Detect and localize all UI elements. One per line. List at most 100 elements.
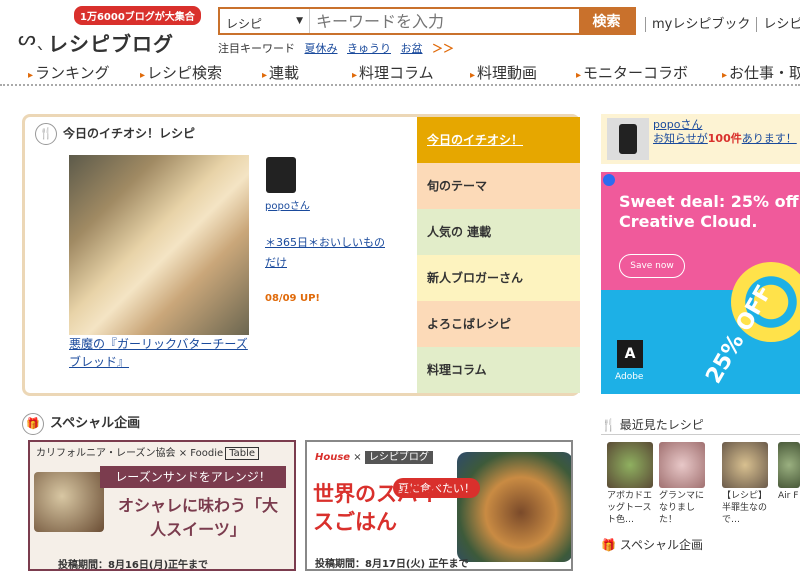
nav-item-label: お仕事・取 bbox=[729, 64, 800, 82]
recent-recipes-title: 🍴 最近見たレシピ bbox=[601, 416, 800, 435]
fork-icon: 🍴 bbox=[35, 123, 57, 145]
search-category-select[interactable]: レシピ ▼ bbox=[220, 9, 310, 33]
recipe-label[interactable]: アボカドエッグトースト色… bbox=[607, 490, 657, 526]
recipe-title-link[interactable]: 悪魔の『ガーリックバターチーズブレッド』 bbox=[69, 335, 249, 371]
ad-choices-icon[interactable] bbox=[603, 174, 615, 186]
top-links: myレシピブックレシピを bbox=[645, 13, 800, 32]
logo-face-icon: ᔕˎ bbox=[18, 26, 46, 50]
my-recipe-book-link[interactable]: myレシピブック bbox=[645, 17, 757, 32]
nav-item-work[interactable]: ▸ お仕事・取 bbox=[722, 62, 800, 83]
arrow-right-icon: ▸ bbox=[28, 70, 34, 81]
nav-item-label: モニターコラボ bbox=[583, 64, 689, 82]
blog-name-link[interactable]: ＊365日＊おいしいものだけ bbox=[265, 233, 385, 273]
banner-times: × bbox=[353, 452, 362, 463]
fork-icon: 🍴 bbox=[601, 418, 616, 432]
notice-suffix[interactable]: あります！ bbox=[742, 132, 797, 145]
arrow-right-icon: ▸ bbox=[576, 70, 582, 81]
recent-recipe-item[interactable]: グランマになりました！ bbox=[659, 442, 709, 526]
search-box: レシピ ▼ 検索 bbox=[218, 7, 636, 35]
recent-recipe-item[interactable]: アボカドエッグトースト色… bbox=[607, 442, 657, 526]
update-date: 08/09 UP! bbox=[265, 293, 320, 304]
recipe-thumbnail[interactable] bbox=[659, 442, 705, 488]
keyword-link[interactable]: お盆 bbox=[401, 42, 423, 55]
ad-title: Sweet deal: 25% off Creative Cloud. bbox=[619, 192, 799, 231]
site-header: 1万6000ブログが大集合 ᔕˎ レシピブログ レシピ ▼ 検索 注目キーワード… bbox=[0, 0, 800, 60]
recent-title-text: 最近見たレシピ bbox=[619, 418, 704, 432]
nav-item-recipe-search[interactable]: ▸ レシピ検索 bbox=[140, 62, 222, 83]
notice-text[interactable]: お知らせが100件あります！ bbox=[653, 130, 797, 146]
banner-headline: オシャレに味わう「大人スイーツ」 bbox=[118, 496, 279, 539]
tab-today-pick[interactable]: 今日のイチオシ！ bbox=[417, 117, 580, 163]
pickup-title: 🍴 今日のイチオシ！レシピ bbox=[35, 123, 195, 145]
nav-item-label: レシピ検索 bbox=[147, 64, 223, 82]
search-button[interactable]: 検索 bbox=[579, 9, 634, 33]
nav-item-label: 連載 bbox=[269, 64, 300, 82]
special-section-title: 🎁 スペシャル企画 bbox=[22, 412, 140, 435]
tab-seasonal-theme[interactable]: 旬のテーマ bbox=[417, 163, 580, 209]
adobe-ad[interactable]: Sweet deal: 25% off Creative Cloud. Save… bbox=[601, 172, 800, 394]
arrow-right-icon: ▸ bbox=[722, 70, 728, 81]
banner-header: カリフォルニア・レーズン協会 × Foodie Table bbox=[36, 444, 260, 460]
chevron-down-icon: ▼ bbox=[296, 16, 303, 26]
search-input[interactable] bbox=[310, 9, 579, 33]
tab-cooking-column[interactable]: 料理コラム bbox=[417, 347, 580, 393]
nav-item-series[interactable]: ▸ 連載 bbox=[262, 62, 299, 83]
ad-save-button[interactable]: Save now bbox=[619, 254, 685, 278]
keywords-more-link[interactable]: ＞＞ bbox=[432, 42, 454, 55]
recipe-thumbnail[interactable] bbox=[607, 442, 653, 488]
main-nav: ▸ ランキング ▸ レシピ検索 ▸ 連載 ▸ 料理コラム ▸ 料理動画 ▸ モニターコラボ … bbox=[0, 60, 800, 86]
sidebar-special-title: 🎁 スペシャル企画 bbox=[601, 536, 703, 553]
banner-headline: 世界のスパイスごはん bbox=[313, 482, 439, 534]
pickup-panel: 🍴 今日のイチオシ！レシピ 悪魔の『ガーリックバターチーズブレッド』 popoさん… bbox=[22, 114, 580, 396]
recipe-label[interactable]: 【レシピ】半罪生なので… bbox=[722, 490, 772, 526]
pickup-tabs: 今日のイチオシ！ 旬のテーマ 人気の 連載 新人ブロガーさん よろこばレシピ 料… bbox=[417, 117, 580, 393]
recent-recipe-item[interactable]: Air F bbox=[778, 442, 800, 502]
ad-brand: Adobe bbox=[615, 372, 644, 382]
adobe-logo-icon: A bbox=[617, 340, 643, 368]
recipe-link[interactable]: レシピを bbox=[756, 17, 800, 32]
special-title-text: スペシャル企画 bbox=[50, 416, 141, 431]
banner-partner: Foodie bbox=[190, 448, 224, 459]
keyword-link[interactable]: きゅうり bbox=[347, 42, 391, 55]
nav-item-ranking[interactable]: ▸ ランキング bbox=[28, 62, 110, 83]
arrow-right-icon: ▸ bbox=[352, 70, 358, 81]
tab-popular-series[interactable]: 人気の 連載 bbox=[417, 209, 580, 255]
notice-count: 100件 bbox=[707, 132, 742, 145]
site-logo[interactable]: 1万6000ブログが大集合 ᔕˎ レシピブログ bbox=[18, 6, 208, 56]
avatar[interactable] bbox=[266, 157, 296, 193]
gift-icon: 🎁 bbox=[22, 412, 44, 435]
gift-icon: 🎁 bbox=[601, 538, 616, 552]
avatar[interactable] bbox=[607, 118, 649, 160]
recipe-photo[interactable] bbox=[69, 155, 249, 335]
hot-keywords-label: 注目キーワード bbox=[218, 42, 295, 55]
recipe-thumbnail[interactable] bbox=[722, 442, 768, 488]
banner-photo bbox=[457, 452, 571, 562]
spice-campaign-banner[interactable]: House × レシピブログ 夏に食べたい！ 世界のスパイスごはん 投稿期間：8… bbox=[305, 440, 573, 571]
recipe-label[interactable]: Air F bbox=[778, 490, 800, 502]
tab-yorokoba-recipe[interactable]: よろこばレシピ bbox=[417, 301, 580, 347]
search-category-value: レシピ bbox=[226, 17, 263, 31]
banner-brand: House bbox=[315, 452, 351, 463]
nav-item-video[interactable]: ▸ 料理動画 bbox=[470, 62, 537, 83]
raisin-campaign-banner[interactable]: カリフォルニア・レーズン協会 × Foodie Table レーズンサンドをアレン… bbox=[28, 440, 296, 571]
recipe-thumbnail[interactable] bbox=[778, 442, 800, 488]
keyword-link[interactable]: 夏休み bbox=[305, 42, 338, 55]
tab-new-blogger[interactable]: 新人ブロガーさん bbox=[417, 255, 580, 301]
arrow-right-icon: ▸ bbox=[262, 70, 268, 81]
banner-times: × bbox=[178, 448, 188, 459]
banner-period: 投稿期間：8月16日(月)正午まで bbox=[58, 560, 209, 571]
logo-badge: 1万6000ブログが大集合 bbox=[74, 6, 201, 25]
banner-strip: レーズンサンドをアレンジ！ bbox=[100, 466, 286, 488]
nav-item-monitor[interactable]: ▸ モニターコラボ bbox=[576, 62, 688, 83]
sidebar-special-text: スペシャル企画 bbox=[619, 538, 703, 552]
banner-header: House × レシピブログ bbox=[315, 448, 433, 464]
nav-item-column[interactable]: ▸ 料理コラム bbox=[352, 62, 434, 83]
recent-recipe-item[interactable]: 【レシピ】半罪生なので… bbox=[722, 442, 772, 526]
notice-prefix[interactable]: お知らせが bbox=[653, 132, 708, 145]
banner-period: 投稿期間：8月17日(火) 正午まで bbox=[315, 559, 469, 570]
arrow-right-icon: ▸ bbox=[140, 70, 146, 81]
notice-box[interactable]: popoさん お知らせが100件あります！ bbox=[601, 114, 800, 164]
arrow-right-icon: ▸ bbox=[470, 70, 476, 81]
recipe-label[interactable]: グランマになりました！ bbox=[659, 490, 709, 526]
author-link[interactable]: popoさん bbox=[265, 197, 310, 212]
